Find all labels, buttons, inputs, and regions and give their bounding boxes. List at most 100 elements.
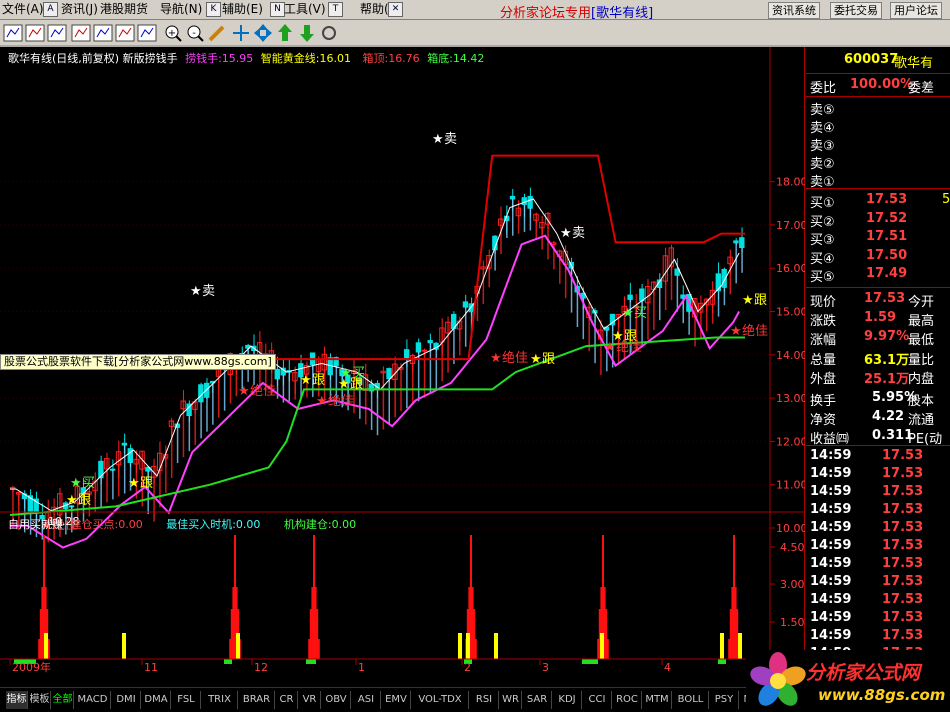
wave-icon[interactable] xyxy=(71,24,91,42)
tab-kdj[interactable]: KDJ xyxy=(553,691,582,709)
tab-dma[interactable]: DMA xyxy=(142,691,171,709)
assist-icon: N xyxy=(270,2,285,17)
tick-price: 17.53 xyxy=(882,448,924,463)
menu-news[interactable]: A 资讯(J) xyxy=(43,1,98,18)
layout-icon[interactable] xyxy=(137,24,157,42)
tab-vr[interactable]: VR xyxy=(299,691,321,709)
sub-tick-label: 1.50 xyxy=(780,616,805,629)
tab-brar[interactable]: BRAR xyxy=(239,691,275,709)
divider xyxy=(806,445,950,446)
tab-boll[interactable]: BOLL xyxy=(673,691,709,709)
svg-text:★: ★ xyxy=(432,132,444,147)
quote-label: 净资 xyxy=(810,413,837,429)
tab-vol-tdx[interactable]: VOL-TDX xyxy=(412,691,469,709)
grid-icon[interactable] xyxy=(93,24,113,42)
signal-follow: ★ 跟 xyxy=(530,352,555,367)
menu-help[interactable]: 帮助(H) ✕ xyxy=(342,1,403,18)
tab-rsi[interactable]: RSI xyxy=(470,691,499,709)
indicator-money: 捞钱手:15.95 xyxy=(185,52,254,65)
tick-time: 14:59 xyxy=(810,448,852,463)
chart-icon[interactable] xyxy=(25,24,45,42)
menu-hk-futures[interactable]: 港股期货 xyxy=(100,1,148,18)
candle-body xyxy=(733,240,739,244)
candle-body xyxy=(639,288,645,302)
candle-body xyxy=(521,197,527,205)
candle-body xyxy=(274,368,280,380)
tab-全部[interactable]: 全部 xyxy=(52,691,74,709)
divider xyxy=(806,287,950,288)
signal-sell: ★ 卖 xyxy=(190,284,215,299)
tab-fsl[interactable]: FSL xyxy=(172,691,201,709)
signal-best: ★ 绝佳 xyxy=(490,350,528,366)
tab-dmi[interactable]: DMI xyxy=(112,691,141,709)
menu-tools[interactable]: T 工具(V) xyxy=(284,1,343,18)
weicha-label: 委差 xyxy=(908,81,935,96)
bars-icon[interactable] xyxy=(47,24,67,42)
quote-value: 17.53 xyxy=(864,291,906,306)
svg-text:绝佳: 绝佳 xyxy=(742,323,768,339)
candle-icon[interactable] xyxy=(115,24,135,42)
trade-button[interactable]: 委托交易 xyxy=(830,2,882,19)
chart-header: 歌华有线(日线,前复权) 新版捞钱手 捞钱手:15.95 智能黄金线:16.01… xyxy=(8,50,484,66)
monitor-icon[interactable] xyxy=(3,24,23,42)
indicator-box-top: 箱顶:16.76 xyxy=(362,52,420,65)
tab-macd[interactable]: MACD xyxy=(75,691,111,709)
tab-wr[interactable]: WR xyxy=(500,691,522,709)
buy-level-price: 17.50 xyxy=(866,247,908,263)
sell-level-label: 卖⑤ xyxy=(810,103,835,118)
svg-text:跟: 跟 xyxy=(78,493,91,508)
tick-price: 17.53 xyxy=(882,592,924,607)
logo-url: www.88gs.com xyxy=(818,686,946,704)
signal-follow: ★ 跟 xyxy=(742,293,767,308)
tab-mtm[interactable]: MTM xyxy=(643,691,672,709)
spike-bar xyxy=(474,639,477,659)
svg-text:跟: 跟 xyxy=(754,293,767,308)
user-forum-button[interactable]: 用户论坛 xyxy=(890,2,942,19)
tab-psy[interactable]: PSY xyxy=(710,691,739,709)
menu-assist[interactable]: N 辅助(E) xyxy=(222,1,285,18)
price-tick-label: 11.00 xyxy=(776,479,805,492)
tab-trix[interactable]: TRIX xyxy=(202,691,238,709)
gold-bar xyxy=(738,633,742,659)
quote-label-right: 流通 xyxy=(908,413,935,429)
svg-text:★: ★ xyxy=(238,384,250,399)
svg-text:买: 买 xyxy=(634,306,647,321)
svg-text:跟: 跟 xyxy=(350,377,363,392)
buy-level-label: 买④ xyxy=(810,251,835,267)
date-label: 1 xyxy=(358,661,365,674)
tab-模板[interactable]: 模板 xyxy=(29,691,51,709)
menu-assist-label: 辅助(E) xyxy=(222,2,263,16)
candle-body xyxy=(509,195,516,200)
signal-sell: ★ 卖 xyxy=(560,226,585,241)
gold-bar xyxy=(720,633,724,659)
tab-roc[interactable]: ROC xyxy=(613,691,642,709)
menu-nav[interactable]: K 导航(N) xyxy=(160,1,221,18)
forum-banner: 分析家论坛专用[歌华有线] xyxy=(500,2,653,21)
menu-file[interactable]: 文件(A) xyxy=(2,1,44,18)
signal-buy: ★ 买 xyxy=(622,306,647,321)
tab-指标[interactable]: 指标 xyxy=(6,691,28,709)
tab-emv[interactable]: EMV xyxy=(382,691,411,709)
signal-sell: ★ 卖 xyxy=(432,132,457,147)
svg-text:★: ★ xyxy=(128,476,140,491)
tab-obv[interactable]: OBV xyxy=(322,691,351,709)
svg-text:★: ★ xyxy=(530,352,542,367)
quote-label: 涨幅 xyxy=(810,333,837,349)
gold-bar xyxy=(458,633,462,659)
svg-text:卖: 卖 xyxy=(202,284,215,299)
buy-level-volume: 5 xyxy=(942,192,950,207)
tab-asi[interactable]: ASI xyxy=(352,691,381,709)
quote-label: 外盘 xyxy=(810,371,837,387)
tab-cr[interactable]: CR xyxy=(276,691,298,709)
help-icon: ✕ xyxy=(388,2,403,17)
signal-best: ★ 绝佳 xyxy=(238,383,276,399)
tab-cci[interactable]: CCI xyxy=(583,691,612,709)
chart-area[interactable]: 18.00 17.00 16.00 15.00 14.00 13.00 12.00 11.00… xyxy=(0,47,805,687)
gold-bar xyxy=(44,633,48,659)
svg-text:★: ★ xyxy=(316,394,328,409)
news-system-button[interactable]: 资讯系统 xyxy=(768,2,820,19)
tab-sar[interactable]: SAR xyxy=(523,691,552,709)
price-tick-label: 12.00 xyxy=(776,435,805,448)
menu-nav-label: 导航(N) xyxy=(160,2,203,16)
svg-text:绝佳: 绝佳 xyxy=(502,350,528,366)
